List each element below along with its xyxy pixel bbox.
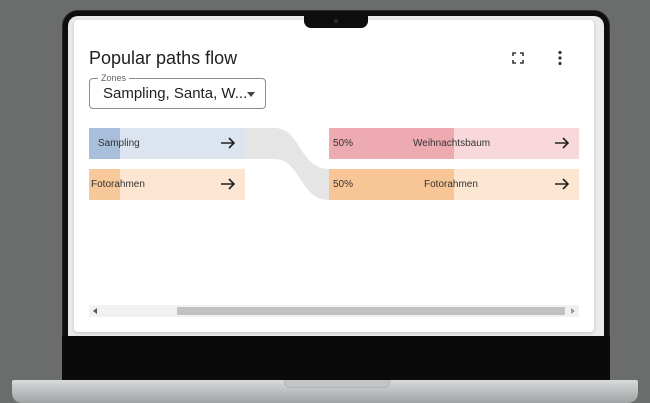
scroll-right-icon[interactable] bbox=[571, 308, 575, 314]
arrow-right-icon bbox=[555, 137, 570, 149]
screen: Popular paths flow Zones Sampling, Santa… bbox=[68, 16, 604, 336]
card-title: Popular paths flow bbox=[89, 48, 238, 68]
path-node-fotorahmen-right[interactable]: 50% Fotorahmen bbox=[329, 169, 579, 200]
node-label: Fotorahmen bbox=[91, 179, 145, 190]
fullscreen-button[interactable] bbox=[508, 48, 528, 68]
zones-value: Sampling, Santa, W... bbox=[103, 85, 248, 102]
more-vert-icon bbox=[558, 50, 562, 66]
path-node-weihnachtsbaum[interactable]: 50% Weihnachtsbaum bbox=[329, 128, 579, 159]
arrow-right-icon bbox=[221, 178, 236, 190]
scroll-left-icon[interactable] bbox=[93, 308, 97, 314]
laptop-base-groove bbox=[284, 380, 390, 388]
node-label: Weihnachtsbaum bbox=[413, 138, 491, 149]
paths-flow: Sampling Fotorahmen 50% Weihnachtsbaum 5… bbox=[89, 128, 581, 218]
node-label: Sampling bbox=[98, 138, 140, 149]
more-options-button[interactable] bbox=[550, 48, 570, 68]
laptop-chin bbox=[62, 336, 610, 382]
zones-select[interactable]: Zones Sampling, Santa, W... bbox=[89, 72, 266, 109]
node-label: Fotorahmen bbox=[424, 179, 478, 190]
arrow-right-icon bbox=[555, 178, 570, 190]
node-percent: 50% bbox=[333, 179, 354, 190]
node-percent: 50% bbox=[333, 138, 354, 149]
path-node-sampling[interactable]: Sampling bbox=[89, 128, 245, 159]
zones-label: Zones bbox=[98, 72, 130, 84]
horizontal-scrollbar[interactable] bbox=[89, 305, 579, 317]
caret-down-icon bbox=[247, 92, 255, 97]
popular-paths-card: Popular paths flow Zones Sampling, Santa… bbox=[74, 20, 594, 332]
flow-link bbox=[245, 128, 329, 200]
scrollbar-thumb[interactable] bbox=[177, 307, 565, 315]
arrow-right-icon bbox=[221, 137, 236, 149]
camera-icon bbox=[334, 19, 338, 23]
fullscreen-icon bbox=[512, 52, 524, 64]
path-node-fotorahmen-left[interactable]: Fotorahmen bbox=[89, 169, 245, 200]
